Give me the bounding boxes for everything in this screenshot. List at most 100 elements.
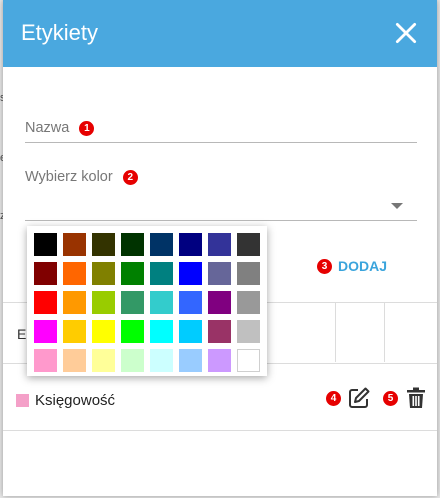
dialog-header: Etykiety bbox=[3, 0, 437, 67]
palette-swatch-cell bbox=[147, 346, 176, 375]
color-swatch[interactable] bbox=[63, 262, 86, 285]
palette-swatch-cell bbox=[89, 230, 118, 259]
palette-swatch-cell bbox=[176, 346, 205, 375]
color-swatch[interactable] bbox=[150, 320, 173, 343]
palette-swatch-cell bbox=[205, 230, 234, 259]
color-swatch[interactable] bbox=[92, 320, 115, 343]
step-badge: 5 bbox=[383, 390, 398, 406]
color-select-underline bbox=[25, 220, 417, 221]
palette-swatch-cell bbox=[205, 259, 234, 288]
palette-swatch-cell bbox=[31, 346, 60, 375]
edit-icon bbox=[349, 387, 370, 408]
close-button[interactable] bbox=[393, 20, 419, 46]
color-swatch[interactable] bbox=[208, 349, 231, 372]
delete-button[interactable] bbox=[404, 386, 428, 410]
color-swatch[interactable] bbox=[34, 291, 57, 314]
color-swatch[interactable] bbox=[208, 291, 231, 314]
color-swatch[interactable] bbox=[63, 349, 86, 372]
name-input[interactable] bbox=[25, 118, 417, 142]
color-swatch[interactable] bbox=[34, 349, 57, 372]
color-swatch[interactable] bbox=[92, 262, 115, 285]
color-swatch[interactable] bbox=[63, 291, 86, 314]
palette-row bbox=[31, 317, 267, 346]
palette-swatch-cell bbox=[89, 317, 118, 346]
palette-swatch-cell bbox=[205, 346, 234, 375]
palette-swatch-cell bbox=[60, 259, 89, 288]
palette-swatch-cell bbox=[147, 317, 176, 346]
color-swatch[interactable] bbox=[121, 262, 144, 285]
step-badge: 2 bbox=[122, 169, 138, 185]
chevron-down-icon bbox=[391, 203, 403, 209]
color-swatch[interactable] bbox=[121, 349, 144, 372]
labels-dialog: Etykiety Nazwa 1 Wybierz kolor 2 3 DODAJ… bbox=[3, 0, 437, 496]
row-actions: 4 5 bbox=[326, 386, 428, 410]
palette-row bbox=[31, 259, 267, 288]
palette-swatch-cell bbox=[31, 230, 60, 259]
color-swatch[interactable] bbox=[237, 320, 260, 343]
color-swatch[interactable] bbox=[34, 233, 57, 256]
palette-swatch-cell bbox=[118, 259, 147, 288]
color-swatch[interactable] bbox=[237, 262, 260, 285]
color-swatch[interactable] bbox=[34, 262, 57, 285]
color-swatch[interactable] bbox=[237, 349, 260, 372]
color-swatch[interactable] bbox=[92, 291, 115, 314]
color-field-label: Wybierz kolor 2 bbox=[25, 169, 138, 185]
add-button-label: DODAJ bbox=[338, 258, 388, 274]
palette-swatch-cell bbox=[60, 288, 89, 317]
color-swatch[interactable] bbox=[121, 233, 144, 256]
color-swatch[interactable] bbox=[179, 320, 202, 343]
palette-swatch-cell bbox=[147, 288, 176, 317]
palette-swatch-cell bbox=[176, 288, 205, 317]
label-color-swatch bbox=[16, 394, 29, 407]
color-swatch[interactable] bbox=[237, 291, 260, 314]
trash-icon bbox=[407, 387, 425, 408]
add-button[interactable]: 3 DODAJ bbox=[317, 256, 387, 276]
palette-swatch-cell bbox=[205, 317, 234, 346]
color-swatch[interactable] bbox=[121, 320, 144, 343]
color-swatch[interactable] bbox=[34, 320, 57, 343]
color-swatch[interactable] bbox=[179, 349, 202, 372]
palette-swatch-cell bbox=[89, 259, 118, 288]
color-swatch[interactable] bbox=[150, 233, 173, 256]
step-badge: 3 bbox=[317, 258, 332, 274]
edit-button[interactable] bbox=[347, 386, 371, 410]
color-swatch[interactable] bbox=[92, 349, 115, 372]
table-header-label: E bbox=[17, 326, 27, 342]
color-swatch[interactable] bbox=[179, 291, 202, 314]
palette-swatch-cell bbox=[234, 230, 263, 259]
palette-swatch-cell bbox=[118, 346, 147, 375]
color-swatch[interactable] bbox=[179, 233, 202, 256]
palette-swatch-cell bbox=[234, 317, 263, 346]
color-swatch[interactable] bbox=[150, 262, 173, 285]
palette-swatch-cell bbox=[205, 288, 234, 317]
color-swatch[interactable] bbox=[208, 262, 231, 285]
color-swatch[interactable] bbox=[208, 233, 231, 256]
palette-swatch-cell bbox=[176, 317, 205, 346]
table-row-border bbox=[3, 430, 437, 431]
color-swatch[interactable] bbox=[63, 233, 86, 256]
table-column-divider bbox=[384, 302, 385, 362]
palette-swatch-cell bbox=[118, 230, 147, 259]
color-swatch[interactable] bbox=[179, 262, 202, 285]
table-column-divider bbox=[335, 302, 336, 362]
color-swatch[interactable] bbox=[208, 320, 231, 343]
color-swatch[interactable] bbox=[150, 349, 173, 372]
color-swatch[interactable] bbox=[92, 233, 115, 256]
color-swatch[interactable] bbox=[237, 233, 260, 256]
palette-swatch-cell bbox=[60, 346, 89, 375]
palette-swatch-cell bbox=[234, 288, 263, 317]
palette-swatch-cell bbox=[147, 259, 176, 288]
palette-swatch-cell bbox=[89, 346, 118, 375]
palette-swatch-cell bbox=[234, 259, 263, 288]
palette-swatch-cell bbox=[176, 230, 205, 259]
palette-row bbox=[31, 230, 267, 259]
color-swatch[interactable] bbox=[63, 320, 86, 343]
dialog-title: Etykiety bbox=[21, 20, 99, 45]
color-swatch[interactable] bbox=[121, 291, 144, 314]
palette-swatch-cell bbox=[60, 317, 89, 346]
color-swatch[interactable] bbox=[150, 291, 173, 314]
color-palette-dropdown bbox=[27, 226, 267, 376]
palette-swatch-cell bbox=[118, 317, 147, 346]
close-icon bbox=[395, 22, 417, 44]
color-select[interactable] bbox=[25, 192, 417, 220]
